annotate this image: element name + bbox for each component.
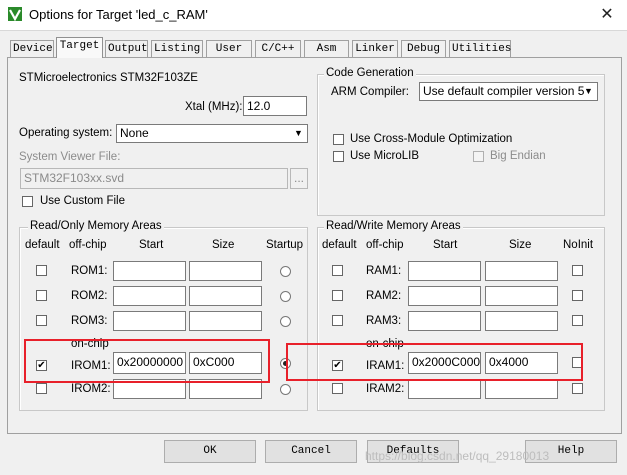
- title-bar: Options for Target 'led_c_RAM' ✕: [0, 0, 627, 31]
- big-endian-label: Big Endian: [490, 150, 546, 162]
- device-name: STMicroelectronics STM32F103ZE: [19, 72, 198, 84]
- iram2-start-input[interactable]: [408, 379, 481, 399]
- rom2-startup-radio[interactable]: [280, 291, 291, 302]
- ok-button[interactable]: OK: [164, 440, 256, 463]
- ram2-size-input[interactable]: [485, 286, 558, 306]
- tab-linker[interactable]: Linker: [352, 40, 398, 57]
- irom2-startup-radio[interactable]: [280, 384, 291, 395]
- rom2-start-input[interactable]: [113, 286, 186, 306]
- use-custom-file-checkbox[interactable]: [22, 196, 33, 207]
- ram-header-noinit: NoInit: [563, 239, 594, 251]
- rom3-size-input[interactable]: [189, 311, 262, 331]
- svd-label: System Viewer File:: [19, 151, 121, 163]
- rom2-label: ROM2:: [71, 290, 108, 302]
- rom-header-size: Size: [212, 239, 235, 251]
- ram2-default-checkbox[interactable]: [332, 290, 343, 301]
- close-icon[interactable]: ✕: [596, 4, 618, 26]
- ram-header-default: default: [322, 239, 357, 251]
- iram2-default-checkbox[interactable]: [332, 383, 343, 394]
- iram2-size-input[interactable]: [485, 379, 558, 399]
- os-select[interactable]: None ▼: [116, 124, 308, 143]
- rom-header-start: Start: [139, 239, 164, 251]
- ram2-noinit-checkbox[interactable]: [572, 290, 583, 301]
- rom3-default-checkbox[interactable]: [36, 315, 47, 326]
- irom2-default-checkbox[interactable]: [36, 383, 47, 394]
- rom1-start-input[interactable]: [113, 261, 186, 281]
- big-endian-checkbox[interactable]: [473, 151, 484, 162]
- ram1-noinit-checkbox[interactable]: [572, 265, 583, 276]
- rom3-start-input[interactable]: [113, 311, 186, 331]
- rom3-label: ROM3:: [71, 315, 108, 327]
- ram-header-start: Start: [433, 239, 458, 251]
- svd-file-input[interactable]: STM32F103xx.svd: [20, 168, 288, 189]
- rom3-startup-radio[interactable]: [280, 316, 291, 327]
- rom1-label: ROM1:: [71, 265, 108, 277]
- use-custom-file-label: Use Custom File: [40, 195, 125, 207]
- tab-device[interactable]: Device: [10, 40, 54, 57]
- xtal-label: Xtal (MHz):: [185, 101, 243, 113]
- ram1-size-input[interactable]: [485, 261, 558, 281]
- ram3-label: RAM3:: [366, 315, 402, 327]
- cross-module-optimization-label: Use Cross-Module Optimization: [350, 133, 513, 145]
- code-generation-title: Code Generation: [324, 67, 416, 79]
- arm-compiler-value: Use default compiler version 5: [423, 84, 585, 98]
- iram2-label: IRAM2:: [366, 383, 405, 395]
- iram2-noinit-checkbox[interactable]: [572, 383, 583, 394]
- rom-header-offchip: off-chip: [69, 239, 107, 251]
- rom2-default-checkbox[interactable]: [36, 290, 47, 301]
- ram2-label: RAM2:: [366, 290, 402, 302]
- tab-utilities[interactable]: Utilities: [449, 40, 511, 57]
- watermark-text: https://blog.csdn.net/qq_29180013: [365, 449, 550, 463]
- ram3-start-input[interactable]: [408, 311, 481, 331]
- chevron-down-icon: ▼: [584, 86, 593, 96]
- xtal-input[interactable]: 12.0: [243, 96, 307, 116]
- chevron-down-icon: ▼: [294, 128, 303, 138]
- ram3-noinit-checkbox[interactable]: [572, 315, 583, 326]
- ram-header-size: Size: [509, 239, 532, 251]
- os-label: Operating system:: [19, 127, 113, 139]
- ram1-default-checkbox[interactable]: [332, 265, 343, 276]
- cross-module-optimization-checkbox[interactable]: [333, 134, 344, 145]
- ram1-start-input[interactable]: [408, 261, 481, 281]
- os-value: None: [120, 126, 149, 140]
- rom1-size-input[interactable]: [189, 261, 262, 281]
- svd-browse-button[interactable]: ...: [290, 168, 308, 189]
- keil-app-icon: [8, 7, 22, 21]
- use-microlib-label: Use MicroLIB: [350, 150, 420, 162]
- tab-user[interactable]: User: [206, 40, 252, 57]
- use-microlib-checkbox[interactable]: [333, 151, 344, 162]
- irom1-highlight-box: [24, 339, 270, 383]
- ram3-size-input[interactable]: [485, 311, 558, 331]
- irom2-label: IROM2:: [71, 383, 111, 395]
- ram3-default-checkbox[interactable]: [332, 315, 343, 326]
- rom1-default-checkbox[interactable]: [36, 265, 47, 276]
- rom1-startup-radio[interactable]: [280, 266, 291, 277]
- tab-debug[interactable]: Debug: [401, 40, 446, 57]
- rom2-size-input[interactable]: [189, 286, 262, 306]
- arm-compiler-label: ARM Compiler:: [331, 86, 409, 98]
- tab-target[interactable]: Target: [56, 37, 103, 58]
- rom-header-startup: Startup: [266, 239, 304, 251]
- window-title: Options for Target 'led_c_RAM': [29, 7, 208, 22]
- ram2-start-input[interactable]: [408, 286, 481, 306]
- rom-group-title: Read/Only Memory Areas: [28, 220, 164, 232]
- tab-c-cpp[interactable]: C/C++: [255, 40, 301, 57]
- rom-header-default: default: [25, 239, 60, 251]
- tab-asm[interactable]: Asm: [304, 40, 349, 57]
- ram-header-offchip: off-chip: [366, 239, 404, 251]
- iram1-highlight-box: [286, 343, 583, 381]
- arm-compiler-select[interactable]: Use default compiler version 5 ▼: [419, 82, 598, 101]
- cancel-button[interactable]: Cancel: [265, 440, 357, 463]
- tab-listing[interactable]: Listing: [151, 40, 203, 57]
- tab-output[interactable]: Output: [105, 40, 148, 57]
- ram1-label: RAM1:: [366, 265, 402, 277]
- ram-group-title: Read/Write Memory Areas: [324, 220, 463, 232]
